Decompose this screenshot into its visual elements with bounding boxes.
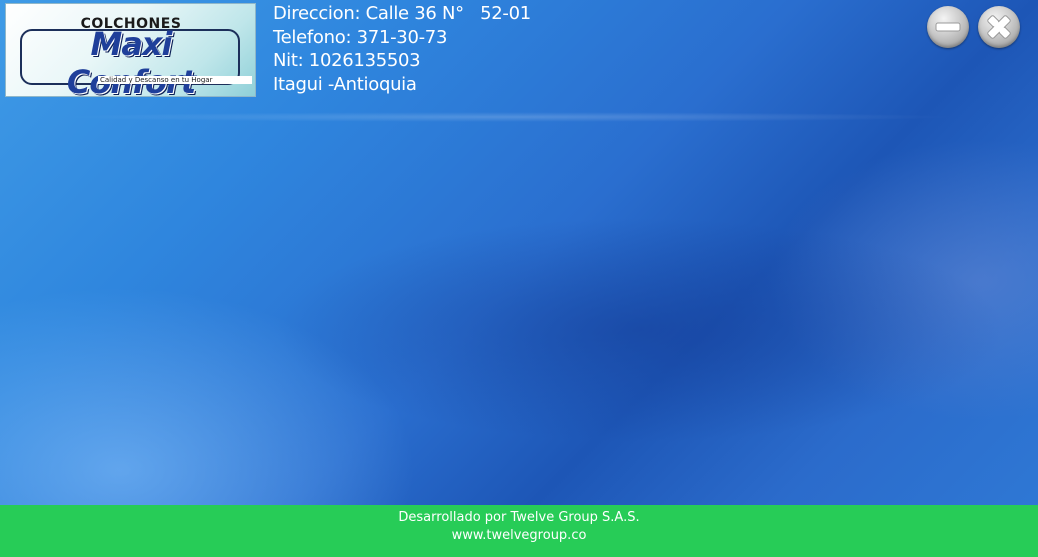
logo-brand-text: Maxi Confort	[67, 25, 196, 101]
header-divider-glow	[60, 112, 960, 122]
logo-artwork: COLCHONES Maxi Confort Calidad y Descans…	[18, 13, 252, 101]
app-window: COLCHONES Maxi Confort Calidad y Descans…	[0, 0, 1038, 557]
nit-text: Nit: 1026135503	[273, 50, 421, 71]
minus-icon	[935, 22, 961, 32]
developer-credit: Desarrollado por Twelve Group S.A.S.	[398, 510, 640, 525]
footer: Desarrollado por Twelve Group S.A.S. www…	[0, 505, 1038, 557]
website-link[interactable]: www.twelvegroup.co	[0, 527, 1038, 545]
city-text: Itagui -Antioquia	[273, 73, 417, 95]
close-icon	[987, 15, 1011, 39]
logo-slogan: Calidad y Descanso en tu Hogar	[98, 76, 252, 84]
minimize-button[interactable]	[927, 6, 969, 48]
phone-text: Telefono: 371-30-73	[273, 26, 448, 48]
company-info: Direccion: Calle 36 N° 52-01 Telefono: 3…	[273, 2, 531, 96]
company-logo: COLCHONES Maxi Confort Calidad y Descans…	[5, 3, 256, 101]
address-text: Direccion: Calle 36 N° 52-01	[273, 3, 531, 24]
close-button[interactable]	[978, 6, 1020, 48]
